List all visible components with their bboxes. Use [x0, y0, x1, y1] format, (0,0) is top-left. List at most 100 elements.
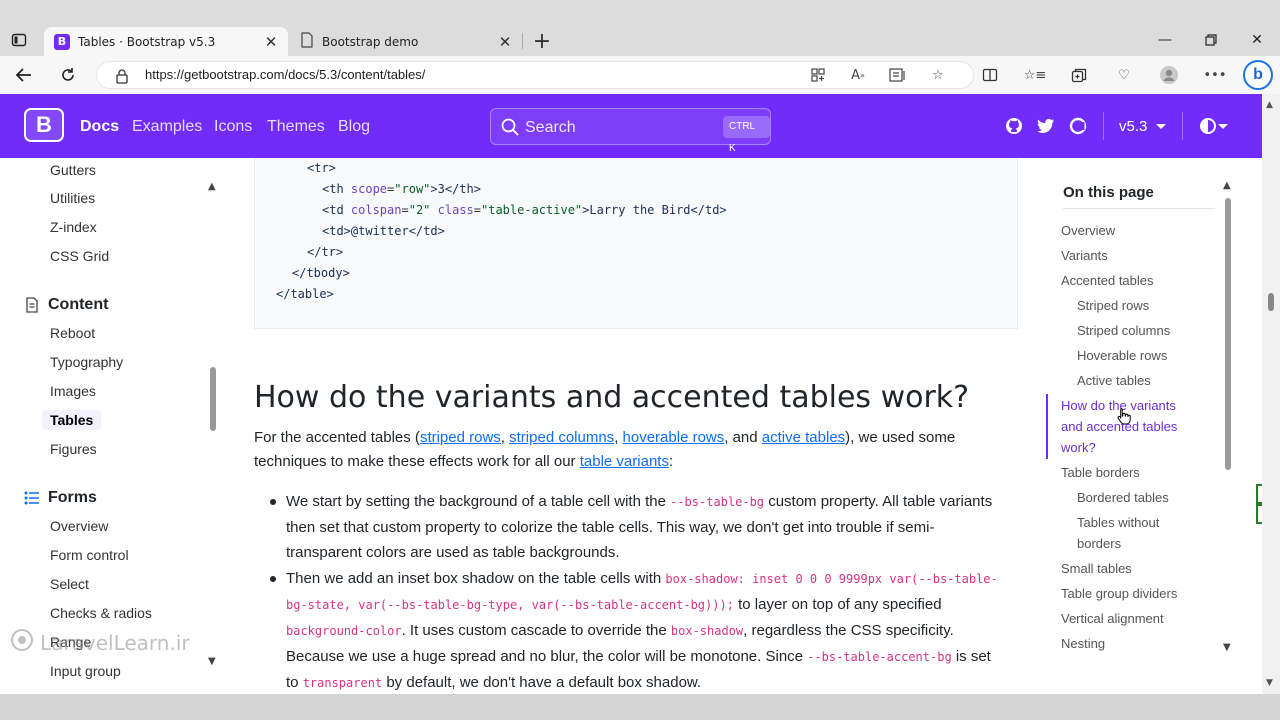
restore-icon[interactable]	[1200, 30, 1222, 50]
more-options-icon[interactable]: •••	[1204, 66, 1227, 84]
bootstrap-logo[interactable]: B	[24, 108, 64, 142]
page-viewport: B Docs Examples Icons Themes Blog Search…	[0, 94, 1262, 694]
toc-link-striped-rows[interactable]: Striped rows	[1077, 295, 1149, 316]
sidebar-item-input-group[interactable]: Input group	[50, 663, 121, 679]
sidebar-item-utilities[interactable]: Utilities	[50, 190, 95, 206]
link-hoverable-rows[interactable]: hoverable rows	[623, 429, 725, 446]
sidebar-item-typography[interactable]: Typography	[50, 354, 123, 370]
nav-blog[interactable]: Blog	[338, 118, 370, 136]
scroll-down-arrow-icon[interactable]: ▼	[1266, 678, 1273, 688]
bullet-dot	[270, 576, 276, 582]
toc-link-variants[interactable]: Variants	[1061, 245, 1108, 266]
toc-link-how-variants-work[interactable]: How do the variants and accented tables …	[1061, 395, 1201, 458]
nav-examples[interactable]: Examples	[132, 118, 202, 136]
minimize-icon[interactable]: —	[1154, 30, 1176, 50]
opencollective-icon[interactable]	[1068, 116, 1088, 136]
sidebar-item-select[interactable]: Select	[50, 576, 89, 592]
window-menu-icon[interactable]	[10, 31, 28, 49]
twitter-icon[interactable]	[1036, 116, 1056, 136]
toc-link-accented-tables[interactable]: Accented tables	[1061, 270, 1154, 291]
list-item: Then we add an inset box shadow on the t…	[286, 570, 998, 691]
split-screen-icon[interactable]	[980, 66, 1000, 84]
search-button[interactable]: Search CTRL K	[490, 108, 771, 154]
code-line: <td>@twitter</td>	[322, 224, 445, 238]
toc-active-indicator	[1046, 394, 1048, 459]
sidebar-item-gutters[interactable]: Gutters	[50, 162, 96, 178]
toc-link-table-group-dividers[interactable]: Table group dividers	[1061, 583, 1177, 604]
page-scrollbar-thumb[interactable]	[1268, 293, 1274, 311]
toc-title: On this page	[1063, 184, 1154, 201]
sidebar-item-reboot[interactable]: Reboot	[50, 325, 95, 341]
link-table-variants[interactable]: table variants	[580, 453, 669, 470]
watermark: LaravelLearn.ir	[10, 628, 190, 657]
chevron-down-icon	[1156, 124, 1166, 129]
profile-avatar-icon[interactable]	[1159, 66, 1179, 84]
theme-toggle-icon[interactable]	[1198, 116, 1218, 136]
page-scrollbar[interactable]: ▲ ▼	[1262, 94, 1280, 694]
link-striped-columns[interactable]: striped columns	[509, 429, 614, 446]
sidebar-item-overview[interactable]: Overview	[50, 518, 108, 534]
read-aloud-icon[interactable]: A»	[848, 66, 868, 84]
favorites-icon[interactable]: ☆≡	[1024, 66, 1047, 84]
scroll-up-arrow-icon[interactable]: ▲	[1266, 100, 1273, 110]
sidebar-item-css-grid[interactable]: CSS Grid	[50, 248, 109, 264]
link-active-tables[interactable]: active tables	[762, 429, 845, 446]
address-bar[interactable]: https://getbootstrap.com/docs/5.3/conten…	[96, 61, 974, 89]
tab-title: Bootstrap demo	[322, 34, 419, 49]
sidebar-item-tables[interactable]: Tables	[42, 410, 102, 430]
browser-essentials-icon[interactable]: ♡	[1114, 66, 1134, 84]
sidebar-item-z-index[interactable]: Z-index	[50, 219, 97, 235]
toc-link-nesting[interactable]: Nesting	[1061, 633, 1105, 654]
github-icon[interactable]	[1004, 116, 1024, 136]
close-tab-icon[interactable]: ✕	[262, 33, 280, 51]
toc-link-striped-columns[interactable]: Striped columns	[1077, 320, 1170, 341]
refresh-icon[interactable]	[56, 64, 80, 86]
sidebar-item-form-control[interactable]: Form control	[50, 547, 129, 563]
scroll-up-arrow-icon[interactable]: ▲	[1223, 180, 1231, 191]
forms-list-icon	[24, 490, 40, 506]
app-available-icon[interactable]	[808, 66, 828, 84]
toc-link-small-tables[interactable]: Small tables	[1061, 558, 1132, 579]
collections-icon[interactable]	[1069, 66, 1089, 84]
favorite-star-icon[interactable]: ☆	[928, 66, 948, 84]
toc-scrollbar-thumb[interactable]	[1225, 198, 1231, 470]
tab-bootstrap-demo[interactable]: Bootstrap demo ✕	[290, 27, 522, 56]
bootstrap-navbar: B Docs Examples Icons Themes Blog Search…	[0, 94, 1262, 158]
list-item: We start by setting the background of a …	[286, 493, 993, 561]
scroll-up-arrow-icon[interactable]: ▲	[208, 181, 216, 192]
close-tab-icon[interactable]: ✕	[496, 33, 514, 51]
url-text[interactable]: https://getbootstrap.com/docs/5.3/conten…	[145, 67, 425, 82]
version-dropdown[interactable]: v5.3	[1119, 118, 1147, 135]
lock-icon[interactable]	[115, 68, 129, 88]
toc-link-hoverable-rows[interactable]: Hoverable rows	[1077, 345, 1167, 366]
sidebar-item-figures[interactable]: Figures	[50, 441, 97, 457]
sidebar-group-forms[interactable]: Forms	[24, 489, 97, 507]
nav-docs[interactable]: Docs	[80, 118, 119, 136]
tab-separator	[522, 33, 523, 49]
new-tab-icon[interactable]: +	[531, 29, 553, 54]
nav-icons[interactable]: Icons	[214, 118, 252, 136]
toc-link-bordered-tables[interactable]: Bordered tables	[1077, 487, 1169, 508]
bing-copilot-icon[interactable]: b	[1243, 60, 1273, 90]
toc-link-table-borders[interactable]: Table borders	[1061, 462, 1140, 483]
document-icon	[24, 297, 40, 313]
search-shortcut: CTRL K	[723, 116, 770, 154]
link-striped-rows[interactable]: striped rows	[420, 429, 501, 446]
immersive-reader-icon[interactable]	[888, 66, 908, 84]
sidebar-group-label: Content	[48, 296, 109, 313]
toc-link-overview[interactable]: Overview	[1061, 220, 1115, 241]
toc-link-tables-without-borders[interactable]: Tables without borders	[1077, 512, 1187, 554]
sidebar-item-images[interactable]: Images	[50, 383, 96, 399]
sidebar-group-content[interactable]: Content	[24, 296, 108, 314]
tab-bootstrap-tables[interactable]: B Tables · Bootstrap v5.3 ✕	[44, 27, 288, 56]
back-icon[interactable]	[12, 64, 36, 86]
toc-link-vertical-alignment[interactable]: Vertical alignment	[1061, 608, 1164, 629]
scroll-down-arrow-icon[interactable]: ▼	[1223, 642, 1231, 653]
toc-link-active-tables[interactable]: Active tables	[1077, 370, 1151, 391]
scroll-down-arrow-icon[interactable]: ▼	[208, 656, 216, 667]
nav-themes[interactable]: Themes	[267, 118, 325, 136]
sidebar-item-checks-radios[interactable]: Checks & radios	[50, 605, 152, 621]
close-window-icon[interactable]: ✕	[1246, 30, 1268, 50]
sidebar-scrollbar-thumb[interactable]	[210, 367, 216, 431]
window-bottom-edge	[0, 694, 1280, 720]
